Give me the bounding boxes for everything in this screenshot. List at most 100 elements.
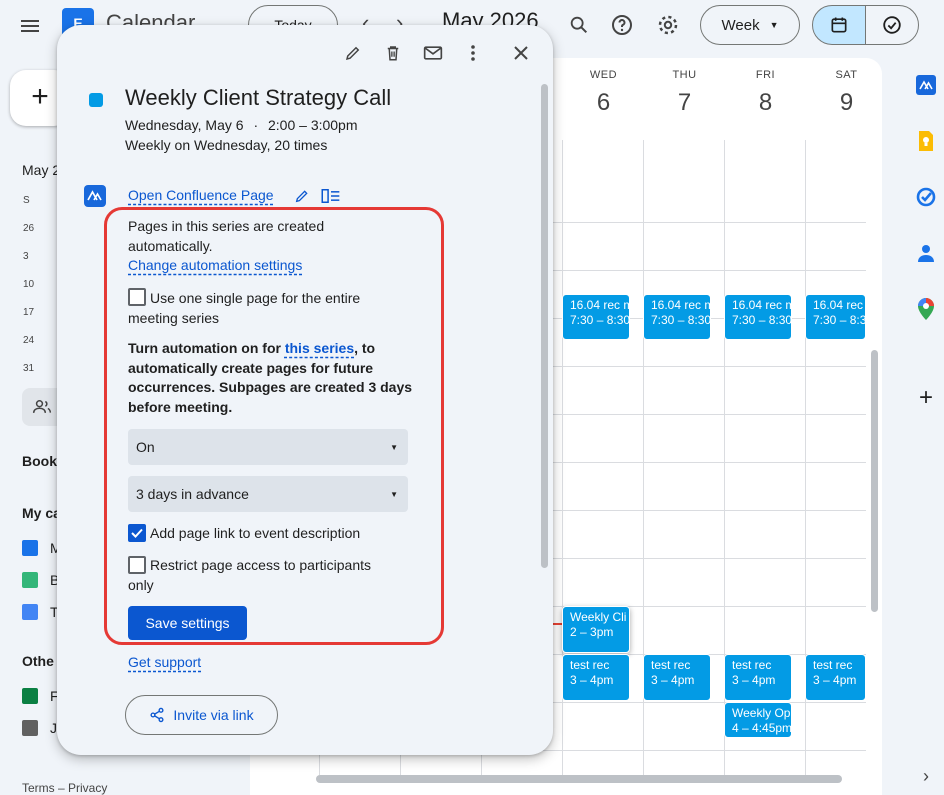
more-vert-icon [471,45,475,61]
maps-addon-button[interactable] [914,297,938,321]
day-number[interactable]: 7 [644,89,725,117]
advance-days-value: 3 days in advance [136,486,249,502]
change-automation-link[interactable]: Change automation settings [128,256,302,276]
event-title: Weekly Cli [570,610,627,624]
calendar-event[interactable]: test rec 3 – 4pm [724,654,792,701]
calendar-checkbox[interactable] [22,604,38,620]
mini-calendar-date[interactable]: 10 [23,279,34,290]
view-selector-label: Week [721,16,760,34]
mini-calendar-date[interactable]: 17 [23,307,34,318]
calendar-checkbox[interactable] [22,572,38,588]
calendar-event[interactable]: Weekly Op 4 – 4:45pm [724,702,792,738]
dropdown-arrow-icon: ▼ [390,442,398,452]
share-icon [150,707,164,723]
more-options-button[interactable] [458,38,488,68]
calendar-event[interactable]: 16.04 rec m 7:30 – 8:30 [562,294,630,340]
tasks-view-toggle[interactable] [865,5,919,45]
event-time: 7:30 – 8:30 [813,313,866,327]
menu-icon [21,25,39,27]
other-calendars-heading[interactable]: Othe [22,653,54,669]
confluence-addon-button[interactable] [914,73,938,97]
edit-icon [345,46,360,61]
hour-line [553,462,866,463]
get-addons-button[interactable]: + [914,384,938,411]
invite-via-link-button[interactable]: Invite via link [125,695,278,735]
calendar-checkbox[interactable] [22,688,38,704]
email-icon [423,46,443,60]
contacts-addon-button[interactable] [914,241,938,265]
expand-side-panel-button[interactable]: › [914,764,938,788]
event-time: 2:00 – 3:00pm [268,117,358,133]
event-title: test rec [813,658,853,672]
open-confluence-link[interactable]: Open Confluence Page [128,187,274,203]
keep-icon [919,131,933,151]
calendar-event[interactable]: test rec 3 – 4pm [805,654,866,701]
my-calendars-heading[interactable]: My ca [22,505,61,521]
get-support-link[interactable]: Get support [128,653,201,673]
save-settings-button[interactable]: Save settings [128,606,247,640]
event-recurrence: Weekly on Wednesday, 20 times [125,137,328,153]
edit-event-button[interactable] [338,38,368,68]
popup-scrollbar[interactable] [541,84,548,568]
event-time: 7:30 – 8:30 [732,313,792,327]
tasks-icon [916,187,936,207]
calendar-checkbox[interactable] [22,720,38,736]
hour-line [553,510,866,511]
event-title: test rec [570,658,610,672]
event-color-swatch [89,93,103,107]
mini-calendar-date[interactable]: 31 [23,363,34,374]
event-title: test rec [651,658,691,672]
current-time-indicator [552,623,562,625]
day-header-thu[interactable]: THU 7 [644,69,725,117]
event-title: 16.04 rec m [570,298,630,312]
calendar-event[interactable]: 16.04 rec m 7:30 – 8:30 [643,294,711,340]
mini-calendar-date[interactable]: 24 [23,335,34,346]
tasks-addon-button[interactable] [914,185,938,209]
hour-line [553,702,866,703]
horizontal-scrollbar[interactable] [316,775,842,783]
delete-event-button[interactable] [378,38,408,68]
day-number[interactable]: 9 [806,89,887,117]
day-header-sat[interactable]: SAT 9 [806,69,887,117]
add-page-link-checkbox[interactable] [128,524,146,542]
day-number[interactable]: 6 [563,89,644,117]
side-panel-icon [321,189,340,203]
day-number[interactable]: 8 [725,89,806,117]
footer-links[interactable]: Terms – Privacy [22,781,107,795]
calendar-event[interactable]: test rec 3 – 4pm [562,654,630,701]
advance-days-select[interactable]: 3 days in advance ▼ [128,476,408,512]
event-date: Wednesday, May 6 [125,117,244,133]
add-page-link-label: Add page link to event description [150,525,361,541]
automation-status-select[interactable]: On ▼ [128,429,408,465]
view-selector[interactable]: Week ▼ [700,5,800,45]
mini-calendar-date[interactable]: 3 [23,251,29,262]
day-name: FRI [755,69,776,81]
booking-pages-heading[interactable]: Booki [22,453,61,469]
search-button[interactable] [563,9,595,41]
calendar-view-toggle[interactable] [812,5,866,45]
calendar-event-selected[interactable]: Weekly Cli 2 – 3pm [562,606,630,653]
main-menu-button[interactable] [14,10,46,42]
calendar-event[interactable]: 16.04 rec m 7:30 – 8:30 [805,294,866,340]
calendar-checkbox[interactable] [22,540,38,556]
settings-button[interactable] [652,9,684,41]
mini-calendar-date[interactable]: 26 [23,223,34,234]
chevron-right-icon: › [923,765,929,786]
event-title: 16.04 rec m [732,298,792,312]
automation-description: Turn automation on for this series, to a… [128,339,420,417]
separator-dot: · [253,117,259,133]
vertical-scrollbar[interactable] [871,350,878,612]
help-button[interactable] [606,9,638,41]
calendar-event[interactable]: test rec 3 – 4pm [643,654,711,701]
restrict-access-label: Restrict page access to participants onl… [128,557,371,593]
email-guests-button[interactable] [418,38,448,68]
close-popup-button[interactable] [506,38,536,68]
day-header-fri[interactable]: FRI 8 [725,69,806,117]
automation-description-prefix: Turn automation on for [128,340,285,356]
tasks-view-icon [883,16,901,34]
keep-addon-button[interactable] [914,129,938,153]
search-people-button[interactable] [22,388,62,426]
day-header-wed[interactable]: WED 6 [563,69,644,117]
calendar-event[interactable]: 16.04 rec m 7:30 – 8:30 [724,294,792,340]
this-series-link[interactable]: this series [285,340,354,356]
